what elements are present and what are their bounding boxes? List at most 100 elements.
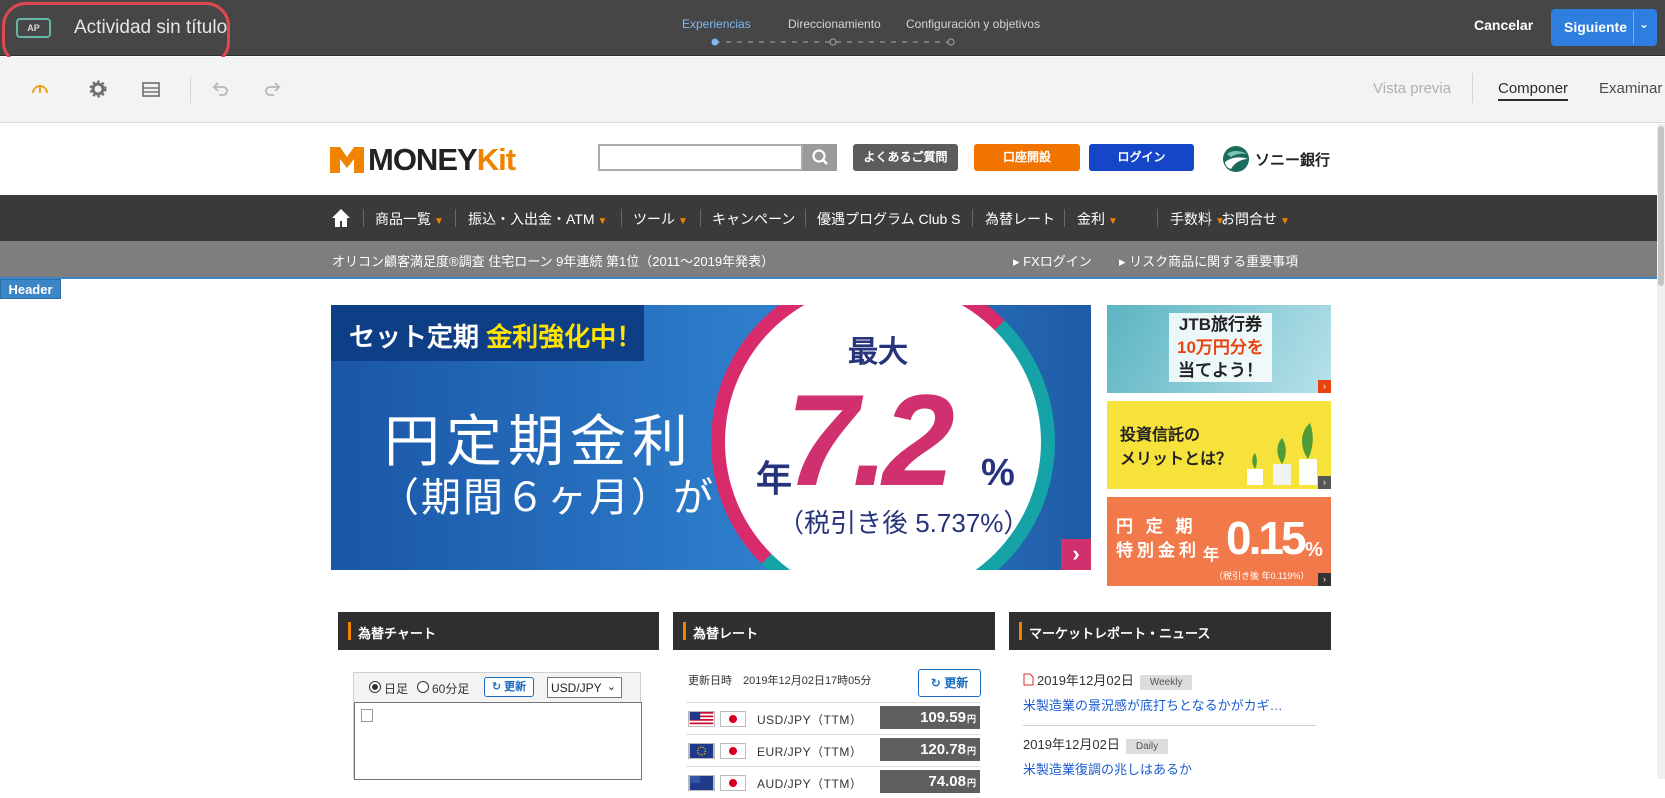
moneykit-logo[interactable]: MONEYKit bbox=[368, 142, 516, 178]
tab-preview[interactable]: Vista previa bbox=[1373, 80, 1451, 97]
nav-transfer-atm[interactable]: 振込・入出金・ATM ▼ bbox=[468, 209, 607, 229]
nav-products[interactable]: 商品一覧 ▼ bbox=[375, 209, 444, 229]
logo-kit: Kit bbox=[476, 142, 516, 177]
news-link[interactable]: 米製造業復調の兆しはあるか bbox=[1023, 759, 1316, 778]
nav-tools[interactable]: ツール ▼ bbox=[633, 209, 688, 229]
nav-fees[interactable]: 手数料 ▼ bbox=[1170, 209, 1225, 229]
special-rate-line-1: 円 定 期 bbox=[1116, 517, 1197, 536]
layout-icon[interactable] bbox=[140, 78, 162, 100]
chart-image-area bbox=[354, 702, 642, 780]
hero-tag-prefix: セット定期 bbox=[349, 322, 480, 352]
nav-divider bbox=[1064, 209, 1065, 227]
fund-ad-banner[interactable]: 投資信託の メリットとは？ › bbox=[1107, 401, 1331, 489]
nav-divider bbox=[805, 209, 806, 227]
gear-icon[interactable] bbox=[87, 78, 109, 100]
hero-percent: % bbox=[981, 452, 1015, 494]
chart-refresh-button[interactable]: ↻ 更新 bbox=[484, 677, 534, 697]
news-tag: Weekly bbox=[1139, 675, 1193, 690]
header-region-outline bbox=[0, 277, 1665, 279]
caret-down-icon: ▼ bbox=[434, 216, 444, 227]
pdf-icon bbox=[1023, 673, 1034, 686]
nav-contact[interactable]: お問合せ ▼ bbox=[1221, 209, 1290, 229]
search-icon[interactable] bbox=[803, 144, 837, 171]
preview-scrollbar-thumb[interactable] bbox=[1658, 126, 1664, 286]
logo-money: MONEY bbox=[368, 142, 478, 177]
radio-60min[interactable] bbox=[417, 681, 429, 693]
nav-divider bbox=[363, 209, 364, 227]
nav-divider bbox=[621, 209, 622, 227]
undo-icon[interactable] bbox=[209, 78, 231, 100]
next-button-divider bbox=[1633, 11, 1634, 44]
chevron-down-icon[interactable]: ⌄ bbox=[1639, 17, 1649, 31]
nav-divider bbox=[455, 209, 456, 227]
jtb-ad-banner[interactable]: JTB旅行券 10万円分を 当てよう！ › bbox=[1107, 305, 1331, 393]
rate-number: 74.08 bbox=[928, 773, 966, 790]
us-flag-icon bbox=[688, 711, 715, 727]
rate-refresh-label: 更新 bbox=[944, 676, 969, 690]
refresh-icon: ↻ bbox=[930, 676, 945, 690]
hero-arrow-button[interactable]: › bbox=[1061, 539, 1091, 570]
special-rate-value: 0.15 bbox=[1226, 512, 1307, 564]
notice-bar: オリコン顧客満足度®調査 住宅ローン 9年連続 第1位（2011〜2019年発表… bbox=[0, 241, 1665, 277]
news-link[interactable]: 米製造業の景況感が底打ちとなるかがカギ… bbox=[1023, 695, 1316, 714]
step-settings-goals[interactable]: Configuración y objetivos bbox=[906, 17, 1040, 31]
chevron-down-icon: ⌄ bbox=[606, 681, 616, 693]
redo-icon[interactable] bbox=[262, 78, 284, 100]
fund-ad-line-2: メリットとは？ bbox=[1120, 451, 1233, 468]
oricon-notice[interactable]: オリコン顧客満足度®調査 住宅ローン 9年連続 第1位（2011〜2019年発表… bbox=[332, 251, 774, 270]
triangle-right-icon: ▸ bbox=[1119, 254, 1130, 269]
tab-compose[interactable]: Componer bbox=[1498, 80, 1569, 101]
japan-flag-icon bbox=[720, 743, 746, 759]
risk-products-link[interactable]: ▸ リスク商品に関する重要事項 bbox=[1119, 251, 1298, 270]
nav-tools-label: ツール bbox=[633, 211, 675, 227]
sony-bank-name[interactable]: ソニー銀行 bbox=[1255, 149, 1330, 170]
nav-divider bbox=[700, 209, 701, 227]
currency-pair-select[interactable]: USD/JPY ⌄ bbox=[547, 677, 622, 698]
open-account-button[interactable]: 口座開設 bbox=[974, 144, 1080, 171]
step-experiences[interactable]: Experiencias bbox=[682, 17, 751, 31]
risk-link-label: リスク商品に関する重要事項 bbox=[1129, 254, 1299, 269]
japan-flag-icon bbox=[720, 711, 746, 727]
nav-divider bbox=[1208, 209, 1209, 227]
faq-button[interactable]: よくあるご質問 bbox=[853, 144, 958, 171]
special-rate-percent: % bbox=[1305, 539, 1323, 561]
rate-row: AUD/JPY（TTM） 74.08円 bbox=[686, 766, 981, 798]
home-icon[interactable] bbox=[331, 208, 351, 228]
rate-updated-value: 2019年12月02日17時05分 bbox=[743, 675, 872, 687]
caret-down-icon: ▼ bbox=[1108, 216, 1118, 227]
toolbar-divider bbox=[190, 77, 191, 103]
nav-campaign[interactable]: キャンペーン bbox=[712, 209, 795, 229]
login-button[interactable]: ログイン bbox=[1089, 144, 1194, 171]
radio-daily[interactable] bbox=[369, 681, 381, 693]
caret-down-icon: ▼ bbox=[678, 216, 688, 227]
rate-pair: EUR/JPY（TTM） bbox=[757, 745, 863, 759]
gauge-icon[interactable] bbox=[29, 78, 51, 100]
hero-after-tax-note: （税引き後 5.737%） bbox=[778, 508, 1030, 538]
header-region-tag[interactable]: Header bbox=[0, 279, 61, 299]
nav-fx-rate[interactable]: 為替レート bbox=[985, 209, 1055, 229]
nav-divider bbox=[972, 209, 973, 227]
rate-unit: 円 bbox=[966, 746, 976, 756]
rate-refresh-button[interactable]: ↻ 更新 bbox=[918, 669, 981, 697]
fx-rate-panel-title: 為替レート bbox=[673, 612, 995, 650]
site-search-input[interactable] bbox=[598, 144, 803, 171]
step-targeting[interactable]: Direccionamiento bbox=[788, 17, 881, 31]
fund-ad-text: 投資信託の メリットとは？ bbox=[1120, 424, 1232, 472]
next-button[interactable]: Siguiente ⌄ bbox=[1551, 9, 1657, 46]
caret-down-icon: ▼ bbox=[597, 216, 608, 227]
jtb-ad-line-1: JTB旅行券 bbox=[1178, 315, 1263, 334]
special-rate-after-tax: （税引き後 年0.119%） bbox=[1214, 571, 1310, 581]
cancel-button[interactable]: Cancelar bbox=[1474, 17, 1533, 33]
hero-banner[interactable]: セット定期 金利強化中！ 円定期金利 （期間６ヶ月）が 最大 年 7.2 % （… bbox=[331, 305, 1091, 570]
radio-60min-label: 60分足 bbox=[432, 682, 470, 696]
tab-browse[interactable]: Examinar bbox=[1599, 80, 1662, 97]
nav-interest[interactable]: 金利 ▼ bbox=[1077, 209, 1118, 229]
chart-refresh-label: 更新 bbox=[504, 681, 527, 693]
top-bar: AP Actividad sin título Experiencias Dir… bbox=[0, 0, 1665, 66]
arrow-right-icon: › bbox=[1318, 573, 1331, 586]
nav-club-s[interactable]: 優遇プログラム Club S bbox=[817, 209, 961, 229]
caret-down-icon: ▼ bbox=[1280, 216, 1290, 227]
fx-login-link[interactable]: ▸ FXログイン bbox=[1013, 251, 1092, 270]
nav-fees-label: 手数料 bbox=[1170, 211, 1212, 227]
special-rate-ad-banner[interactable]: 円 定 期 特別金利 年 0.15 % （税引き後 年0.119%） › bbox=[1107, 497, 1331, 586]
